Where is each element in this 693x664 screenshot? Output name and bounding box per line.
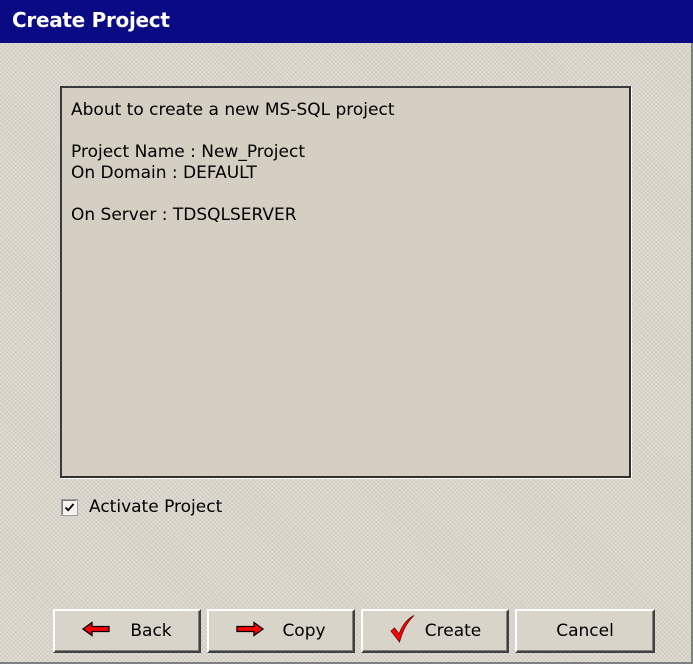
- summary-line-intro: About to create a new MS-SQL project: [71, 100, 395, 120]
- cancel-button-label: Cancel: [556, 621, 614, 641]
- summary-line-server: On Server : TDSQLSERVER: [71, 205, 297, 225]
- checkmark-icon: [389, 614, 415, 648]
- create-button-label: Create: [424, 621, 482, 641]
- copy-button-label: Copy: [282, 621, 326, 641]
- summary-line-project-name: Project Name : New_Project: [71, 142, 305, 162]
- activate-project-label: Activate Project: [89, 497, 223, 517]
- back-button-label: Back: [130, 621, 172, 641]
- copy-button[interactable]: Copy: [207, 609, 355, 653]
- activate-project-option[interactable]: Activate Project: [61, 496, 223, 518]
- right-arrow-icon: [236, 620, 265, 642]
- back-button[interactable]: Back: [53, 609, 201, 653]
- create-button[interactable]: Create: [361, 609, 509, 653]
- window-title: Create Project: [12, 8, 170, 32]
- activate-project-checkbox[interactable]: [61, 498, 78, 516]
- summary-line-domain: On Domain : DEFAULT: [71, 163, 257, 183]
- title-bar[interactable]: Create Project: [0, 0, 693, 43]
- project-summary-box: About to create a new MS-SQL project Pro…: [60, 86, 631, 478]
- cancel-button[interactable]: Cancel: [515, 609, 655, 653]
- checkmark-icon: [64, 502, 75, 512]
- create-project-dialog: Create Project About to create a new MS-…: [0, 0, 693, 664]
- left-arrow-icon: [82, 620, 111, 642]
